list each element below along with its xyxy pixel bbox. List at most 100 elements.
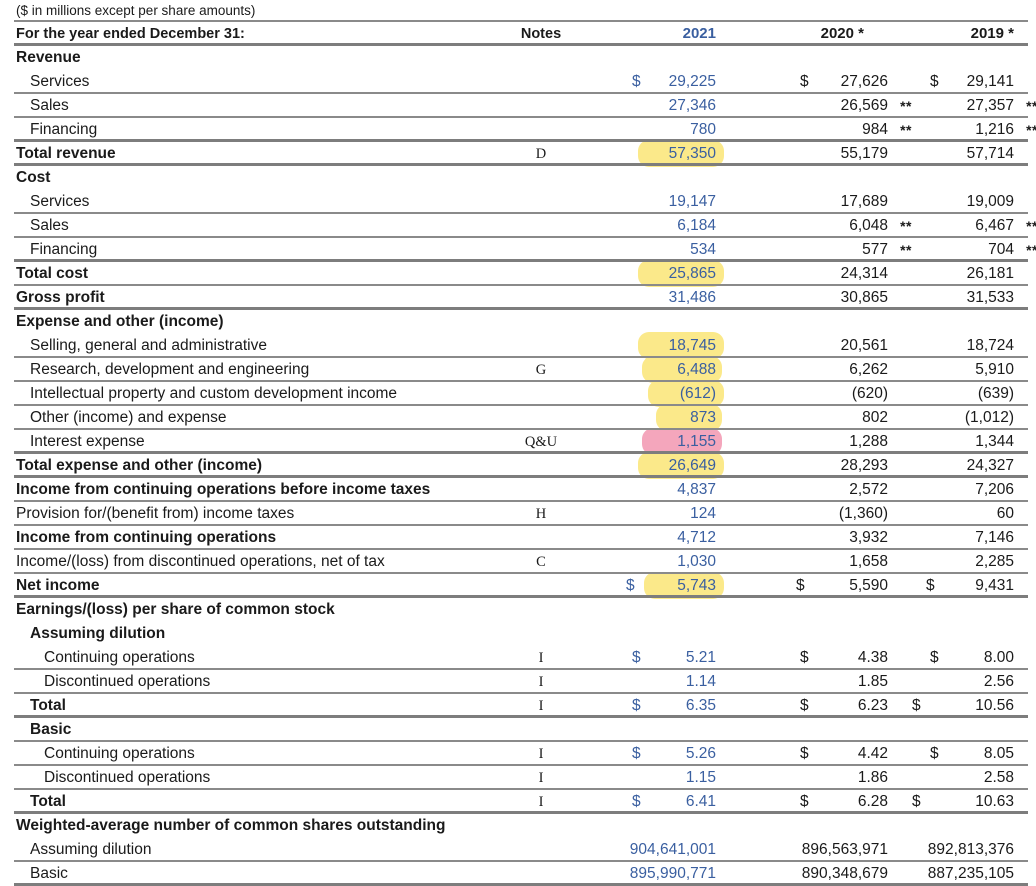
value-2020: (620) <box>851 385 888 402</box>
value-2019: 892,813,376 <box>927 841 1014 858</box>
row-label: Interest expense <box>30 433 145 450</box>
value-2019: 9,431 <box>975 577 1014 594</box>
value-2019: 2.58 <box>983 769 1014 786</box>
header-col-2019: 2019 * <box>970 25 1014 42</box>
currency-2020: $ <box>800 745 809 762</box>
currency-2019: $ <box>926 577 935 594</box>
currency-2020: $ <box>796 577 805 594</box>
value-2020: 890,348,679 <box>801 865 888 882</box>
table-row: Revenue <box>0 46 1036 70</box>
value-2019: 18,724 <box>966 337 1014 354</box>
notes-ref: I <box>538 698 544 714</box>
value-2020: 2,572 <box>849 481 888 498</box>
notes-ref: Q&U <box>524 434 558 450</box>
row-label: Intellectual property and custom develop… <box>30 385 398 402</box>
table-row-total: Total expense and other (income) 26,649 … <box>0 452 1036 479</box>
table-row: Income/(loss) from discontinued operatio… <box>0 550 1036 574</box>
currency-2021: $ <box>632 649 641 666</box>
table-row: Services 29,225 $ 27,626 $ 29,141 $ <box>0 70 1036 94</box>
value-2020: 896,563,971 <box>801 841 888 858</box>
value-2021: (612) <box>679 385 716 402</box>
table-row-total: Total I 6.35 $ 6.23 $ 10.56 $ <box>0 694 1036 718</box>
row-label: Discontinued operations <box>44 673 211 690</box>
value-2021: 780 <box>690 121 716 138</box>
unit-note-row: ($ in millions except per share amounts) <box>0 0 1036 22</box>
value-2021: 18,745 <box>668 337 716 354</box>
footnote-marker-2019: ** <box>1026 218 1036 234</box>
row-label: Revenue <box>16 49 81 66</box>
value-2021: 4,837 <box>677 481 716 498</box>
value-2020: 26,569 <box>840 97 888 114</box>
table-row: Other (income) and expense 873 802 (1,01… <box>0 404 1036 431</box>
table-row: Selling, general and administrative 18,7… <box>0 332 1036 359</box>
table-row: Weighted-average number of common shares… <box>0 814 1036 838</box>
value-2019: 6,467 <box>975 217 1014 234</box>
value-2021: 27,346 <box>668 97 716 114</box>
header-col-2020: 2020 * <box>820 25 864 42</box>
currency-2019: $ <box>912 793 921 810</box>
row-label: Continuing operations <box>44 745 195 762</box>
row-label: Continuing operations <box>44 649 195 666</box>
notes-ref: I <box>538 674 544 690</box>
row-label: Cost <box>16 169 51 186</box>
notes-ref: I <box>538 794 544 810</box>
table-row: Research, development and engineering G … <box>0 356 1036 383</box>
value-2021: 4,712 <box>677 529 716 546</box>
row-label: Provision for/(benefit from) income taxe… <box>16 505 295 522</box>
value-2019: 57,714 <box>966 145 1014 162</box>
table-row: Basic 895,990,771 890,348,679 887,235,10… <box>0 862 1036 886</box>
table-row: Continuing operations I 5.21 $ 4.38 $ 8.00… <box>0 646 1036 670</box>
row-label: Basic <box>30 865 68 882</box>
row-label: Discontinued operations <box>44 769 211 786</box>
row-label: Expense and other (income) <box>16 313 224 330</box>
row-label: Total <box>30 793 66 810</box>
value-2019: 704 <box>988 241 1014 258</box>
table-row: Sales 6,184 6,048** 6,467** <box>0 214 1036 238</box>
row-label: Research, development and engineering <box>30 361 310 378</box>
currency-2019: $ <box>930 649 939 666</box>
value-2020: 24,314 <box>840 265 888 282</box>
currency-2019: $ <box>930 745 939 762</box>
value-2021: 5.26 <box>685 745 716 762</box>
currency-2021: $ <box>632 73 641 90</box>
value-2019: (1,012) <box>964 409 1014 426</box>
row-label: Assuming dilution <box>30 625 166 642</box>
table-row: Financing 534 577** 704** <box>0 238 1036 262</box>
row-label: Services <box>30 73 90 90</box>
value-2019: 29,141 <box>966 73 1014 90</box>
table-row: Discontinued operations I 1.14 1.85 2.56 <box>0 670 1036 694</box>
row-label: Income from continuing operations <box>16 529 277 546</box>
row-label: Net income <box>16 577 100 594</box>
value-2020: 20,561 <box>840 337 888 354</box>
table-row: Expense and other (income) <box>0 310 1036 334</box>
period-label: For the year ended December 31: <box>16 26 245 42</box>
row-label: Earnings/(loss) per share of common stoc… <box>16 601 335 618</box>
row-label: Assuming dilution <box>30 841 152 858</box>
footnote-marker-2019: ** <box>1026 242 1036 258</box>
notes-ref: I <box>538 650 544 666</box>
value-2020: 4.42 <box>857 745 888 762</box>
value-2020: (1,360) <box>838 505 888 522</box>
row-label: Income/(loss) from discontinued operatio… <box>16 553 385 570</box>
row-label: Total revenue <box>16 145 116 162</box>
currency-2021: $ <box>632 745 641 762</box>
value-2019: 887,235,105 <box>927 865 1014 882</box>
value-2020: 3,932 <box>849 529 888 546</box>
value-2021: 534 <box>690 241 716 258</box>
value-2021: 19,147 <box>668 193 716 210</box>
value-2020: 28,293 <box>840 457 888 474</box>
currency-2020: $ <box>800 649 809 666</box>
value-2019: 2,285 <box>975 553 1014 570</box>
value-2021: 26,649 <box>668 457 716 474</box>
row-label: Financing <box>30 241 98 258</box>
row-label: Gross profit <box>16 289 105 306</box>
notes-ref: I <box>538 770 544 786</box>
table-row: Sales 27,346 26,569** 27,357** <box>0 94 1036 118</box>
value-2019: 10.56 <box>975 697 1014 714</box>
value-2021: 5.21 <box>685 649 716 666</box>
row-label: Total cost <box>16 265 89 282</box>
value-2021: 124 <box>690 505 716 522</box>
value-2020: 1,658 <box>849 553 888 570</box>
value-2021: 5,743 <box>677 577 716 594</box>
income-statement-document: ($ in millions except per share amounts)… <box>0 0 1036 886</box>
